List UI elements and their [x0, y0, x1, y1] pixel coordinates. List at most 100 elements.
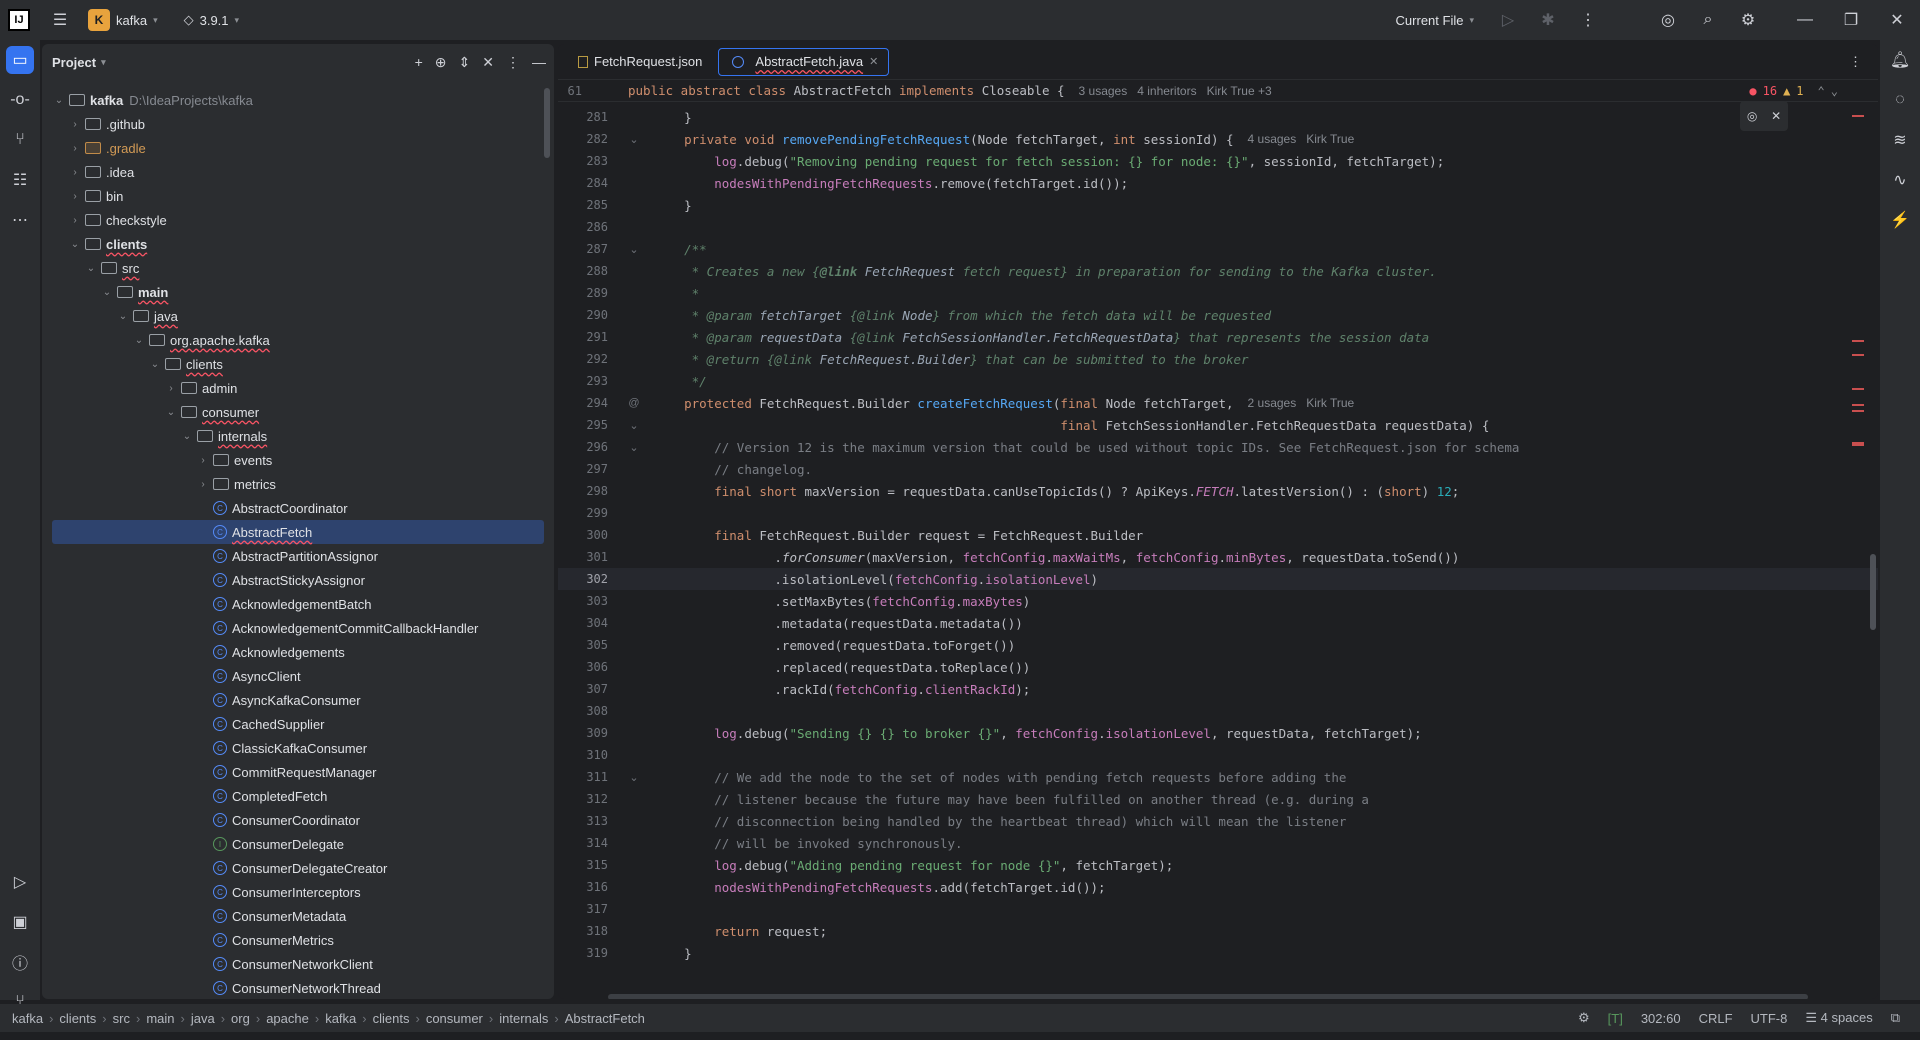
- error-marker[interactable]: [1852, 115, 1864, 117]
- restore-icon[interactable]: ❐: [1828, 0, 1874, 40]
- tree-item[interactable]: ⌄ main: [42, 280, 554, 304]
- chevron-down-icon[interactable]: ⌄: [116, 311, 130, 322]
- code-area[interactable]: 281 } 282 ⌄ private void removePendingFet…: [558, 106, 1878, 964]
- tree-item[interactable]: C ConsumerCoordinator: [42, 808, 554, 832]
- chevron-right-icon[interactable]: ›: [68, 191, 82, 202]
- usages-hint[interactable]: 2 usages: [1248, 396, 1297, 410]
- tree-item[interactable]: C ConsumerDelegateCreator: [42, 856, 554, 880]
- author-hint[interactable]: Kirk True: [1306, 132, 1354, 146]
- tree-item[interactable]: › .idea: [42, 160, 554, 184]
- error-marker[interactable]: [1852, 442, 1864, 446]
- project-tool-button[interactable]: ▭: [0, 40, 40, 80]
- tree-item[interactable]: › .gradle: [42, 136, 554, 160]
- tree-root[interactable]: ⌄ kafka D:\IdeaProjects\kafka: [42, 88, 554, 112]
- tree-item[interactable]: ⌄ clients: [42, 352, 554, 376]
- run-config-selector[interactable]: Current File ▾: [1396, 13, 1474, 28]
- close-icon[interactable]: ✕: [1771, 109, 1781, 123]
- gradle-icon[interactable]: ∿: [1880, 160, 1920, 200]
- tab-options-icon[interactable]: ⋮: [1849, 54, 1862, 70]
- breadcrumb-item[interactable]: kafka: [325, 1011, 356, 1026]
- debug-icon[interactable]: ✱: [1528, 0, 1568, 40]
- tree-item[interactable]: › events: [42, 448, 554, 472]
- inspection-widget[interactable]: ● 16 ▲ 1 ⌃ ⌄: [1749, 84, 1838, 98]
- tree-item[interactable]: C AcknowledgementCommitCallbackHandler: [42, 616, 554, 640]
- services-tool-button[interactable]: ▷: [0, 862, 40, 902]
- breadcrumb-item[interactable]: main: [146, 1011, 174, 1026]
- breadcrumb-item[interactable]: clients: [59, 1011, 96, 1026]
- error-marker[interactable]: [1852, 410, 1864, 412]
- tree-item[interactable]: › metrics: [42, 472, 554, 496]
- chevron-right-icon[interactable]: ›: [196, 479, 210, 490]
- commit-tool-button[interactable]: -o-: [0, 80, 40, 120]
- horizontal-scrollbar[interactable]: [608, 994, 1808, 999]
- lock-icon[interactable]: ⧉: [1891, 1010, 1900, 1026]
- search-icon[interactable]: ⌕: [1688, 0, 1728, 40]
- tree-item[interactable]: I ConsumerDelegate: [42, 832, 554, 856]
- inheritors-hint[interactable]: 4 inheritors: [1137, 84, 1196, 98]
- breadcrumb-item[interactable]: org: [231, 1011, 250, 1026]
- notifications-icon[interactable]: 🔔︎: [1880, 40, 1920, 80]
- error-marker[interactable]: [1852, 404, 1864, 406]
- tree-item[interactable]: C ConsumerMetrics: [42, 928, 554, 952]
- minimize-icon[interactable]: —: [1782, 0, 1828, 40]
- breadcrumb-item[interactable]: clients: [373, 1011, 410, 1026]
- chevron-down-icon[interactable]: ⌄: [164, 407, 178, 418]
- tree-item[interactable]: C ConsumerNetworkClient: [42, 952, 554, 976]
- tree-item[interactable]: ⌄ java: [42, 304, 554, 328]
- usages-hint[interactable]: 4 usages: [1248, 132, 1297, 146]
- tree-item[interactable]: › admin: [42, 376, 554, 400]
- error-marker[interactable]: [1852, 354, 1864, 356]
- reader-mode-popup[interactable]: ◎ ✕: [1740, 101, 1788, 131]
- close-tab-icon[interactable]: ✕: [869, 55, 878, 68]
- insert-mode-icon[interactable]: [T]: [1608, 1011, 1623, 1026]
- breadcrumb-item[interactable]: AbstractFetch: [565, 1011, 645, 1026]
- main-menu-icon[interactable]: ☰: [40, 0, 80, 40]
- tree-item[interactable]: C AbstractPartitionAssignor: [42, 544, 554, 568]
- tab-abstractfetch-java[interactable]: AbstractFetch.java ✕: [718, 47, 890, 76]
- chevron-down-icon[interactable]: ⌄: [148, 359, 162, 370]
- pull-requests-tool-button[interactable]: ⑂: [0, 120, 40, 160]
- chevron-right-icon[interactable]: ›: [68, 167, 82, 178]
- close-window-icon[interactable]: ✕: [1874, 0, 1920, 40]
- run-icon[interactable]: ▷: [1488, 0, 1528, 40]
- breadcrumb-item[interactable]: java: [191, 1011, 215, 1026]
- vertical-scrollbar[interactable]: [1870, 554, 1876, 630]
- breadcrumb-item[interactable]: kafka: [12, 1011, 43, 1026]
- chevron-down-icon[interactable]: ⌄: [132, 335, 146, 346]
- tree-item[interactable]: ⌄ org.apache.kafka: [42, 328, 554, 352]
- indent-settings[interactable]: ☰ 4 spaces: [1805, 1010, 1872, 1026]
- tree-item[interactable]: C AsyncKafkaConsumer: [42, 688, 554, 712]
- file-encoding[interactable]: UTF-8: [1751, 1011, 1788, 1026]
- collapse-all-icon[interactable]: ✕: [482, 54, 494, 71]
- breadcrumb-item[interactable]: consumer: [426, 1011, 483, 1026]
- project-switcher[interactable]: K kafka ▾: [88, 9, 158, 31]
- tree-item[interactable]: C AsyncClient: [42, 664, 554, 688]
- ai-assistant-icon[interactable]: ◎: [1747, 109, 1757, 123]
- chevron-down-icon[interactable]: ⌄: [52, 95, 66, 106]
- chevron-right-icon[interactable]: ›: [164, 383, 178, 394]
- more-actions-icon[interactable]: ⋮: [1568, 0, 1608, 40]
- tree-item[interactable]: C AcknowledgementBatch: [42, 592, 554, 616]
- chevron-right-icon[interactable]: ›: [68, 215, 82, 226]
- error-marker[interactable]: [1852, 340, 1864, 342]
- tree-item[interactable]: C CompletedFetch: [42, 784, 554, 808]
- more-tools-button[interactable]: ⋯: [0, 200, 40, 240]
- breadcrumb-item[interactable]: src: [113, 1011, 130, 1026]
- usages-hint[interactable]: 3 usages: [1079, 84, 1128, 98]
- tree-item[interactable]: C ConsumerMetadata: [42, 904, 554, 928]
- tree-item[interactable]: C ConsumerInterceptors: [42, 880, 554, 904]
- breadcrumb-item[interactable]: internals: [499, 1011, 548, 1026]
- chevron-down-icon[interactable]: ⌄: [180, 431, 194, 442]
- tree-item[interactable]: C AbstractStickyAssignor: [42, 568, 554, 592]
- intellij-logo-icon[interactable]: IJ: [8, 9, 30, 31]
- line-separator[interactable]: CRLF: [1699, 1011, 1733, 1026]
- ai-status-icon[interactable]: ⚙: [1578, 1010, 1590, 1026]
- tree-item[interactable]: C Acknowledgements: [42, 640, 554, 664]
- branch-switcher[interactable]: ◇ 3.9.1 ▾: [184, 12, 239, 28]
- chevron-right-icon[interactable]: ›: [68, 119, 82, 130]
- tree-item[interactable]: ⌄ consumer: [42, 400, 554, 424]
- chevron-down-icon[interactable]: ⌄: [68, 239, 82, 250]
- chevron-down-icon[interactable]: ⌄: [84, 263, 98, 274]
- tree-item[interactable]: ⌄ internals: [42, 424, 554, 448]
- error-marker[interactable]: [1852, 388, 1864, 390]
